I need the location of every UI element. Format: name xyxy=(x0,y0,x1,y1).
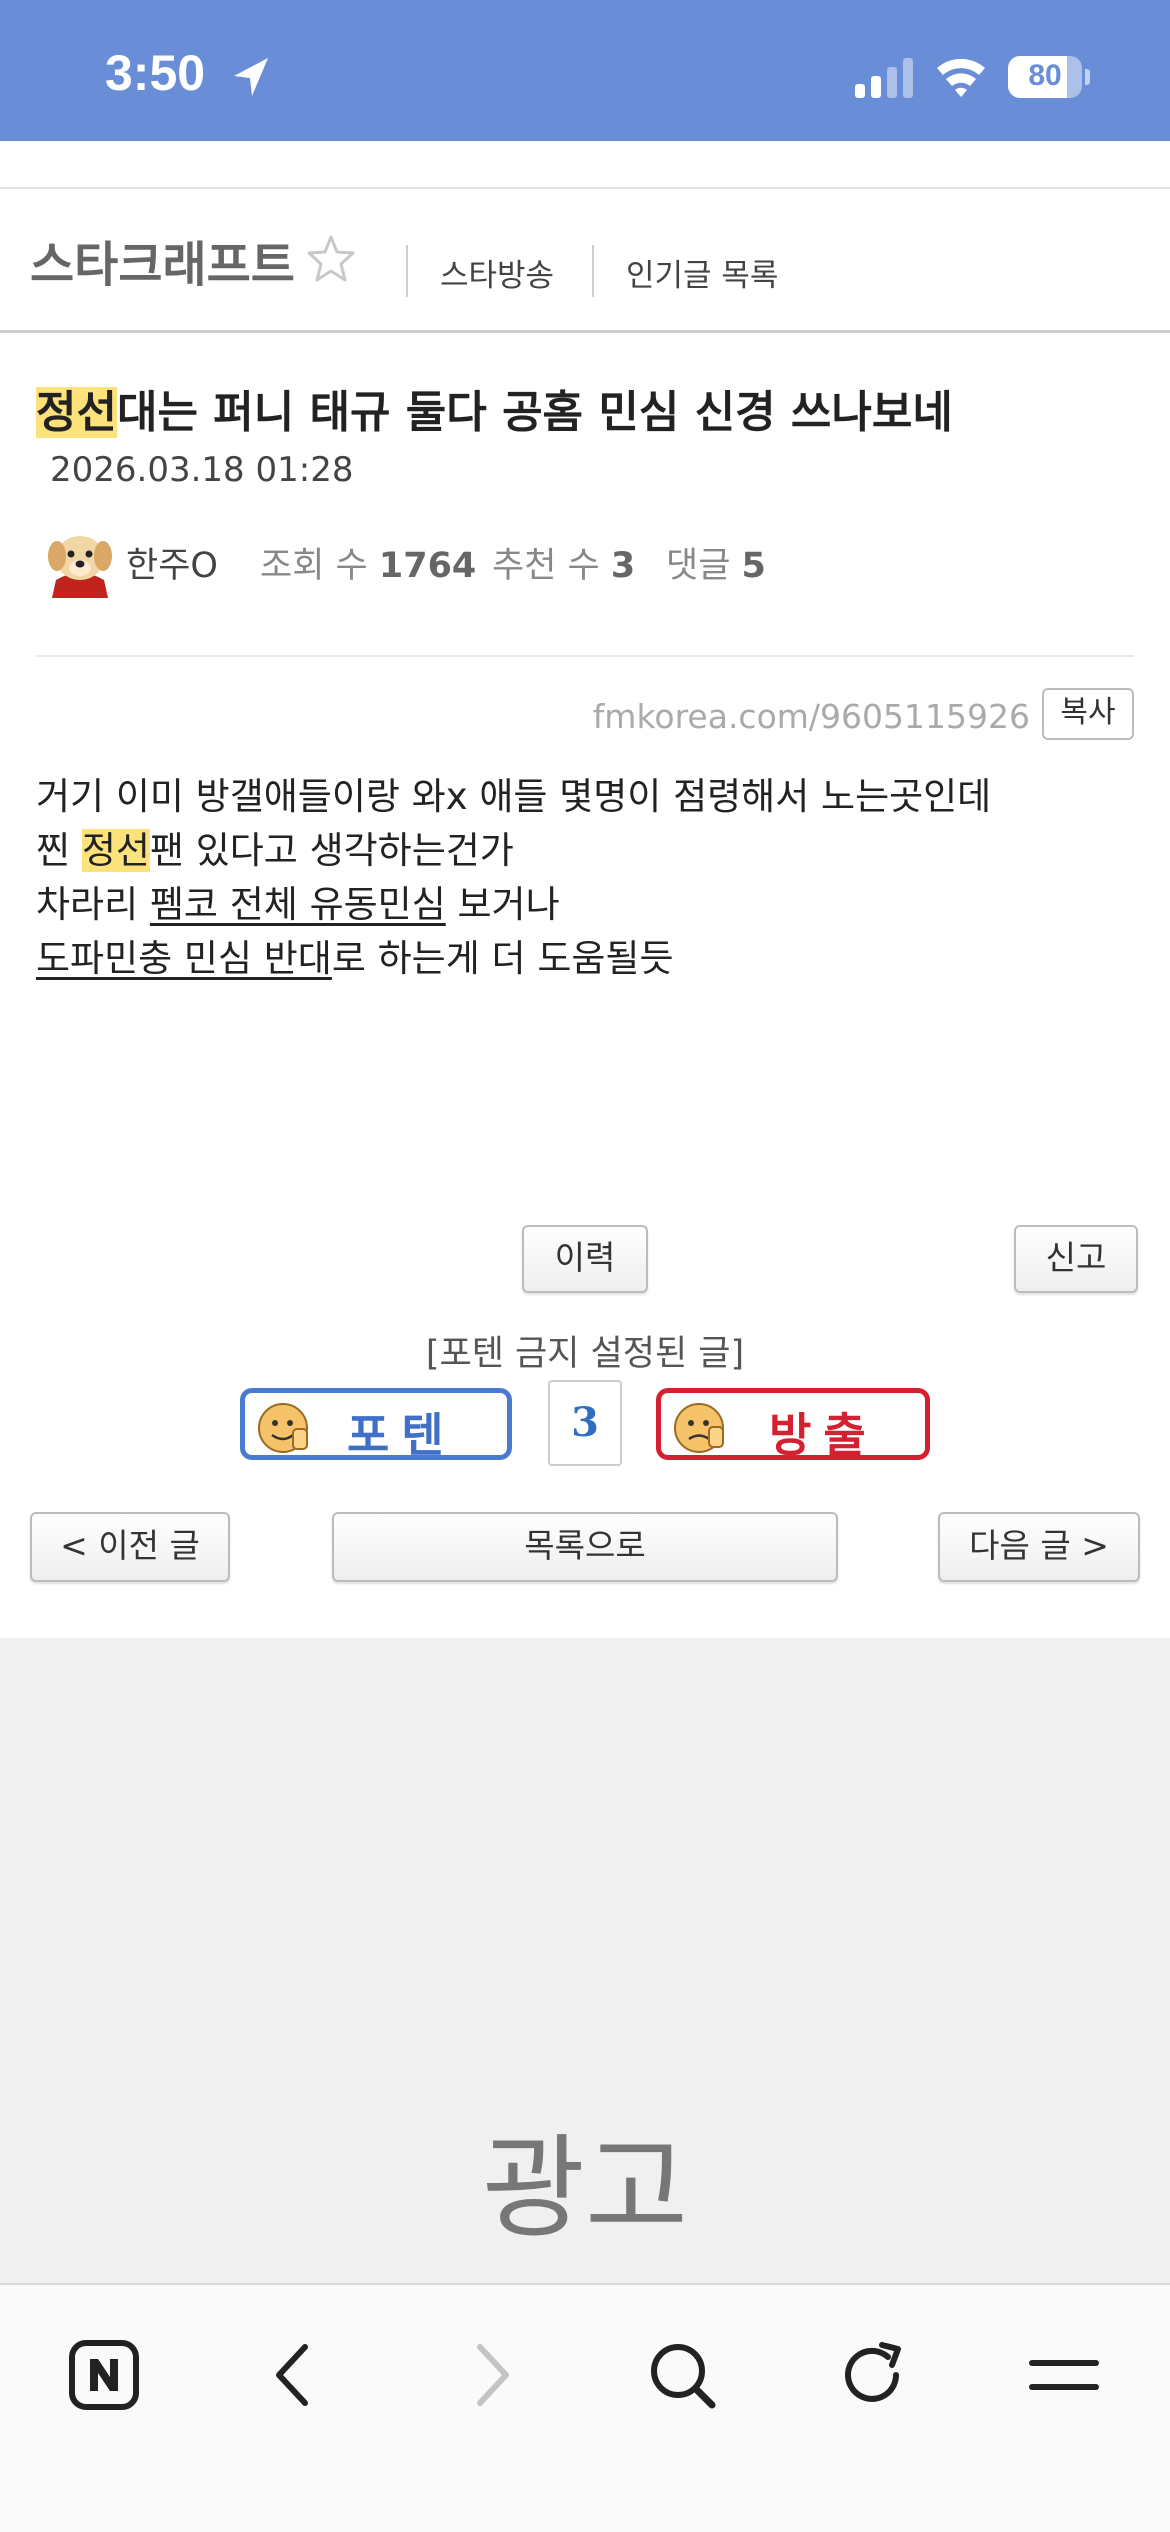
header-divider-line xyxy=(0,330,1170,333)
naver-home-icon[interactable] xyxy=(64,2335,144,2415)
poten-upvote-button[interactable]: 포텐 xyxy=(240,1388,512,1462)
header-divider xyxy=(592,245,594,297)
next-post-button[interactable]: 다음 글 > xyxy=(938,1512,1140,1582)
refresh-icon[interactable] xyxy=(832,2335,912,2415)
battery-level: 80 xyxy=(1028,59,1062,92)
history-button[interactable]: 이력 xyxy=(522,1225,648,1293)
post-date: 2026.03.18 01:28 xyxy=(50,450,354,490)
body-link[interactable]: 펨코 전체 유동민심 xyxy=(150,883,446,926)
back-to-list-button[interactable]: 목록으로 xyxy=(332,1512,838,1582)
downvote-label: 방출 xyxy=(769,1408,878,1462)
post-url: fmkorea.com/9605115926 xyxy=(592,697,1030,736)
ad-label: 광고 xyxy=(481,2124,689,2254)
header-divider xyxy=(406,245,408,297)
upvote-label: 포텐 xyxy=(347,1408,456,1462)
author-name[interactable]: 한주O xyxy=(126,537,218,588)
report-button[interactable]: 신고 xyxy=(1014,1225,1138,1293)
body-line: 찐 정선팬 있다고 생각하는건가 xyxy=(36,829,514,872)
thumbs-up-face-icon xyxy=(258,1403,308,1453)
back-icon[interactable] xyxy=(255,2335,335,2415)
recommend-count: 추천 수 3 xyxy=(492,546,636,586)
views-count: 조회 수 1764 xyxy=(260,546,477,586)
poten-ban-notice: [포텐 금지 설정된 글] xyxy=(425,1334,745,1374)
cellular-signal-icon xyxy=(855,58,913,98)
title-highlight: 정선 xyxy=(36,387,117,438)
copy-url-button[interactable]: 복사 xyxy=(1042,688,1134,740)
body-link[interactable]: 도파민충 민심 반대 xyxy=(36,937,332,980)
browser-toolbar xyxy=(0,2283,1170,2532)
forward-icon[interactable] xyxy=(450,2335,530,2415)
post-body: 거기 이미 방갤애들이랑 와x 애들 몇명이 점령해서 노는곳인데 찐 정선팬 … xyxy=(36,770,1136,986)
comments-count[interactable]: 댓글 5 xyxy=(666,537,766,588)
status-bar: 3:50 80 xyxy=(0,0,1170,141)
body-highlight: 정선 xyxy=(81,829,150,872)
battery-icon: 80 xyxy=(1008,56,1090,98)
search-icon[interactable] xyxy=(642,2335,722,2415)
board-link-popular-list[interactable]: 인기글 목록 xyxy=(626,250,778,295)
board-link-star-broadcast[interactable]: 스타방송 xyxy=(440,250,554,295)
location-arrow-icon xyxy=(234,58,268,96)
vote-count: 3 xyxy=(548,1380,622,1466)
body-line: 차라리 펨코 전체 유동민심 보거나 xyxy=(36,883,560,926)
menu-icon[interactable] xyxy=(1024,2335,1104,2415)
body-line: 거기 이미 방갤애들이랑 와x 애들 몇명이 점령해서 노는곳인데 xyxy=(36,775,992,818)
body-line: 도파민충 민심 반대로 하는게 더 도움될듯 xyxy=(36,937,674,980)
top-divider xyxy=(0,187,1170,189)
ad-banner[interactable]: 광고 xyxy=(0,1638,1170,2283)
bangchul-downvote-button[interactable]: 방출 xyxy=(656,1388,930,1462)
post-title: 정선대는 퍼니 태규 둘다 공홈 민심 신경 쓰나보네 2026.03.18 01… xyxy=(36,386,1146,497)
wifi-icon xyxy=(937,58,985,97)
board-title[interactable]: 스타크래프트 xyxy=(30,225,295,295)
star-outline-icon[interactable] xyxy=(305,233,357,285)
title-text: 대는 퍼니 태규 둘다 공홈 민심 신경 쓰나보네 xyxy=(116,387,953,438)
prev-post-button[interactable]: < 이전 글 xyxy=(30,1512,230,1582)
avatar[interactable] xyxy=(42,522,118,598)
status-time: 3:50 xyxy=(105,45,206,101)
thumbs-down-face-icon xyxy=(674,1403,724,1453)
post-separator xyxy=(36,655,1134,657)
